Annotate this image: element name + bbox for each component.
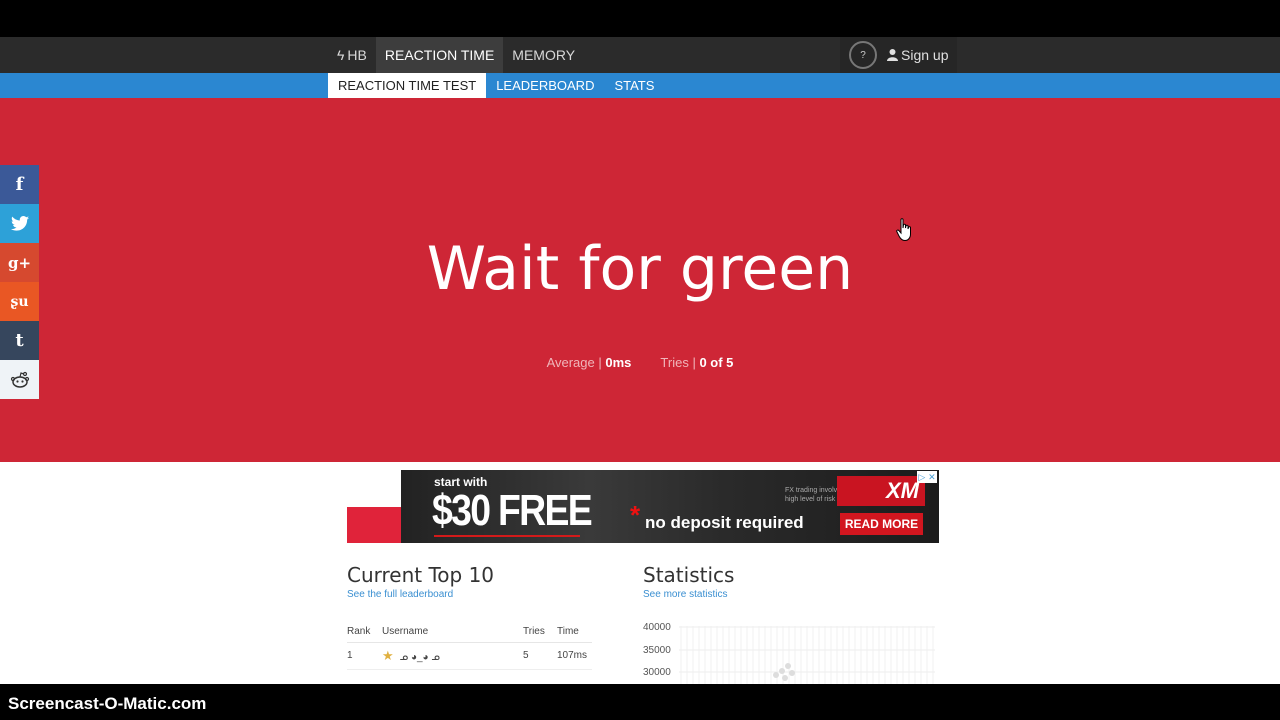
statistics-title: Statistics bbox=[643, 563, 735, 587]
ad-info-icon: ▷ bbox=[918, 471, 926, 482]
social-share-bar: f g+ ʂu t bbox=[0, 165, 39, 399]
cell-time: 107ms bbox=[557, 642, 592, 670]
cell-username: ★ ᓄ ◕_◕ ᓄ bbox=[382, 642, 523, 670]
signup-link[interactable]: Sign up bbox=[887, 47, 948, 63]
tab-reaction-time-test[interactable]: REACTION TIME TEST bbox=[328, 73, 487, 98]
facebook-icon[interactable]: f bbox=[0, 165, 39, 204]
y-tick-label: 40000 bbox=[643, 622, 671, 633]
ad-close-icon[interactable]: ▷ ✕ bbox=[917, 471, 937, 483]
tries-label: Tries | bbox=[660, 355, 696, 370]
top10-title: Current Top 10 bbox=[347, 563, 495, 587]
watermark-bar: Screencast-O-Matic.com bbox=[0, 684, 1280, 720]
sub-navbar: REACTION TIME TEST LEADERBOARD STATS bbox=[0, 73, 1280, 98]
user-icon bbox=[887, 49, 898, 61]
nav-item-memory[interactable]: MEMORY bbox=[503, 37, 584, 73]
full-leaderboard-link[interactable]: See the full leaderboard bbox=[347, 589, 453, 600]
table-header-row: Rank Username Tries Time bbox=[347, 622, 592, 643]
nav-brand-label: HB bbox=[347, 47, 367, 63]
content-area: start with $30 FREE * no deposit require… bbox=[0, 462, 1280, 684]
header-username: Username bbox=[382, 622, 523, 643]
statistics-chart: 40000 35000 30000 bbox=[643, 622, 935, 684]
reaction-test-area[interactable]: Wait for green Average | 0ms Tries | 0 o… bbox=[0, 98, 1280, 462]
ad-underline bbox=[434, 535, 580, 537]
hero-stats: Average | 0ms Tries | 0 of 5 bbox=[0, 355, 1280, 370]
nav-item-reaction-time[interactable]: REACTION TIME bbox=[375, 37, 504, 73]
ad-asterisk: * bbox=[630, 500, 641, 530]
hand-cursor-icon bbox=[896, 218, 911, 242]
username-text: ᓄ ◕_◕ ᓄ bbox=[399, 651, 440, 663]
watermark-text: Screencast-O-Matic.com bbox=[8, 694, 207, 713]
bolt-icon: ϟ bbox=[337, 47, 345, 63]
more-statistics-link[interactable]: See more statistics bbox=[643, 589, 727, 600]
leaderboard-table: Rank Username Tries Time 1 ★ ᓄ ◕_◕ ᓄ 5 10… bbox=[347, 622, 592, 670]
header-rank: Rank bbox=[347, 622, 382, 643]
cell-rank: 1 bbox=[347, 642, 382, 670]
decorative-strip bbox=[347, 507, 407, 543]
ad-headline: $30 FREE bbox=[432, 486, 593, 535]
main-navbar: ϟ HB REACTION TIME MEMORY ? Sign up bbox=[0, 37, 1280, 73]
table-row[interactable]: 1 ★ ᓄ ◕_◕ ᓄ 5 107ms bbox=[347, 642, 592, 670]
header-tries: Tries bbox=[523, 622, 557, 643]
close-icon: ✕ bbox=[928, 471, 936, 482]
google-plus-icon[interactable]: g+ bbox=[0, 243, 39, 282]
nav-brand-link[interactable]: ϟ HB bbox=[328, 37, 376, 73]
help-button[interactable]: ? bbox=[849, 41, 877, 69]
ad-read-more-button[interactable]: READ MORE bbox=[840, 513, 923, 535]
tumblr-icon[interactable]: t bbox=[0, 321, 39, 360]
star-icon: ★ bbox=[382, 647, 394, 663]
nav-left: ϟ HB REACTION TIME MEMORY bbox=[328, 37, 584, 73]
cell-tries: 5 bbox=[523, 642, 557, 670]
y-tick-label: 30000 bbox=[643, 667, 671, 678]
ad-logo: XM bbox=[837, 476, 925, 506]
signup-label: Sign up bbox=[901, 47, 949, 63]
average-label: Average | bbox=[546, 355, 602, 370]
tab-leaderboard[interactable]: LEADERBOARD bbox=[486, 73, 604, 98]
top-black-bar bbox=[0, 0, 1280, 37]
tries-value: 0 of 5 bbox=[699, 355, 734, 370]
advertisement-banner[interactable]: start with $30 FREE * no deposit require… bbox=[401, 470, 939, 543]
header-time: Time bbox=[557, 622, 592, 643]
ad-no-deposit-text: no deposit required bbox=[645, 513, 804, 532]
tab-stats[interactable]: STATS bbox=[604, 73, 664, 98]
twitter-icon[interactable] bbox=[0, 204, 39, 243]
reddit-icon[interactable] bbox=[0, 360, 39, 399]
nav-right: ? Sign up bbox=[840, 37, 957, 73]
y-tick-label: 35000 bbox=[643, 645, 671, 656]
average-value: 0ms bbox=[605, 355, 632, 370]
stumbleupon-icon[interactable]: ʂu bbox=[0, 282, 39, 321]
hero-title: Wait for green bbox=[426, 234, 854, 304]
